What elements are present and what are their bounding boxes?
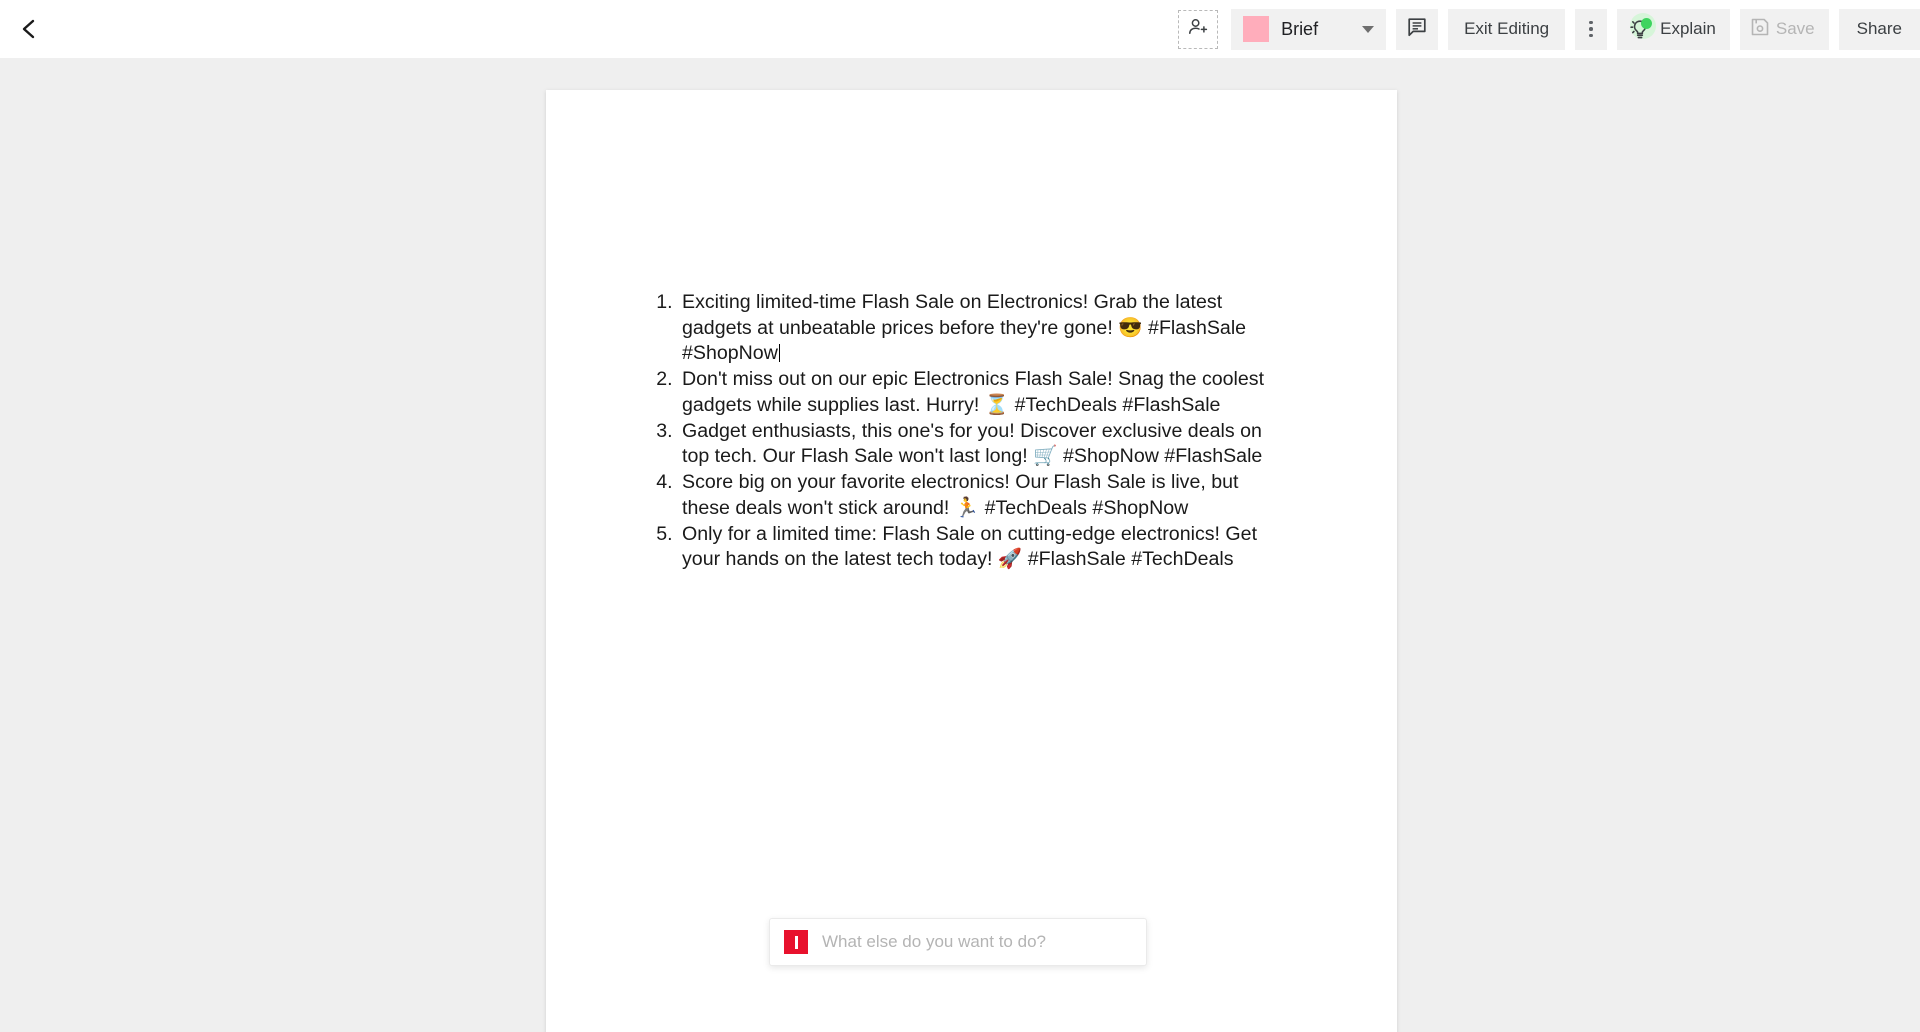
comment-icon bbox=[1407, 17, 1427, 42]
ai-assistant-icon bbox=[784, 930, 808, 954]
prompt-input[interactable] bbox=[822, 932, 1132, 952]
top-toolbar: Brief Exit Editing Explain Save Share bbox=[0, 0, 1920, 58]
back-button[interactable] bbox=[0, 0, 58, 58]
explain-button[interactable]: Explain bbox=[1617, 8, 1730, 50]
text-cursor bbox=[778, 344, 781, 362]
save-disk-icon bbox=[1750, 17, 1770, 42]
save-button[interactable]: Save bbox=[1739, 8, 1829, 50]
share-button[interactable]: Share bbox=[1838, 8, 1920, 50]
list-item-text: Don't miss out on our epic Electronics F… bbox=[682, 368, 1265, 416]
list-item[interactable]: Score big on your favorite electronics! … bbox=[678, 470, 1278, 521]
chevron-down-icon[interactable] bbox=[1362, 25, 1375, 33]
list-item[interactable]: Gadget enthusiasts, this one's for you! … bbox=[678, 419, 1278, 470]
social-post-list[interactable]: Exciting limited-time Flash Sale on Elec… bbox=[546, 290, 1337, 573]
explain-label: Explain bbox=[1660, 19, 1716, 38]
exit-editing-button[interactable]: Exit Editing bbox=[1448, 8, 1566, 50]
document-color-swatch[interactable] bbox=[1243, 16, 1270, 42]
ai-prompt-bar[interactable] bbox=[769, 918, 1147, 966]
document-body[interactable]: Exciting limited-time Flash Sale on Elec… bbox=[546, 290, 1397, 573]
list-item-text: Exciting limited-time Flash Sale on Elec… bbox=[682, 291, 1247, 364]
document-page[interactable]: Exciting limited-time Flash Sale on Elec… bbox=[546, 90, 1397, 1032]
list-item[interactable]: Don't miss out on our epic Electronics F… bbox=[678, 367, 1278, 418]
kebab-menu-icon bbox=[1589, 20, 1593, 38]
comments-button[interactable] bbox=[1396, 8, 1439, 50]
invite-dropzone bbox=[1178, 9, 1219, 49]
exit-editing-label: Exit Editing bbox=[1464, 19, 1550, 38]
list-item-text: Score big on your favorite electronics! … bbox=[682, 471, 1239, 519]
document-chip[interactable]: Brief bbox=[1231, 8, 1387, 50]
save-label: Save bbox=[1775, 19, 1815, 38]
share-label: Share bbox=[1856, 19, 1902, 38]
list-item-text: Gadget enthusiasts, this one's for you! … bbox=[682, 419, 1263, 468]
list-item[interactable]: Only for a limited time: Flash Sale on c… bbox=[678, 522, 1278, 573]
list-item[interactable]: Exciting limited-time Flash Sale on Elec… bbox=[678, 290, 1278, 367]
lightbulb-icon bbox=[1625, 13, 1657, 44]
list-item-text: Only for a limited time: Flash Sale on c… bbox=[682, 522, 1258, 571]
document-canvas[interactable]: Exciting limited-time Flash Sale on Elec… bbox=[0, 58, 1920, 1032]
more-options-button[interactable] bbox=[1575, 8, 1608, 50]
toolbar-actions: Brief Exit Editing Explain Save Share bbox=[1175, 0, 1920, 58]
document-title: Brief bbox=[1281, 18, 1319, 39]
chevron-left-icon bbox=[21, 18, 37, 40]
add-person-icon bbox=[1188, 17, 1208, 42]
invite-people-button[interactable] bbox=[1175, 8, 1222, 50]
